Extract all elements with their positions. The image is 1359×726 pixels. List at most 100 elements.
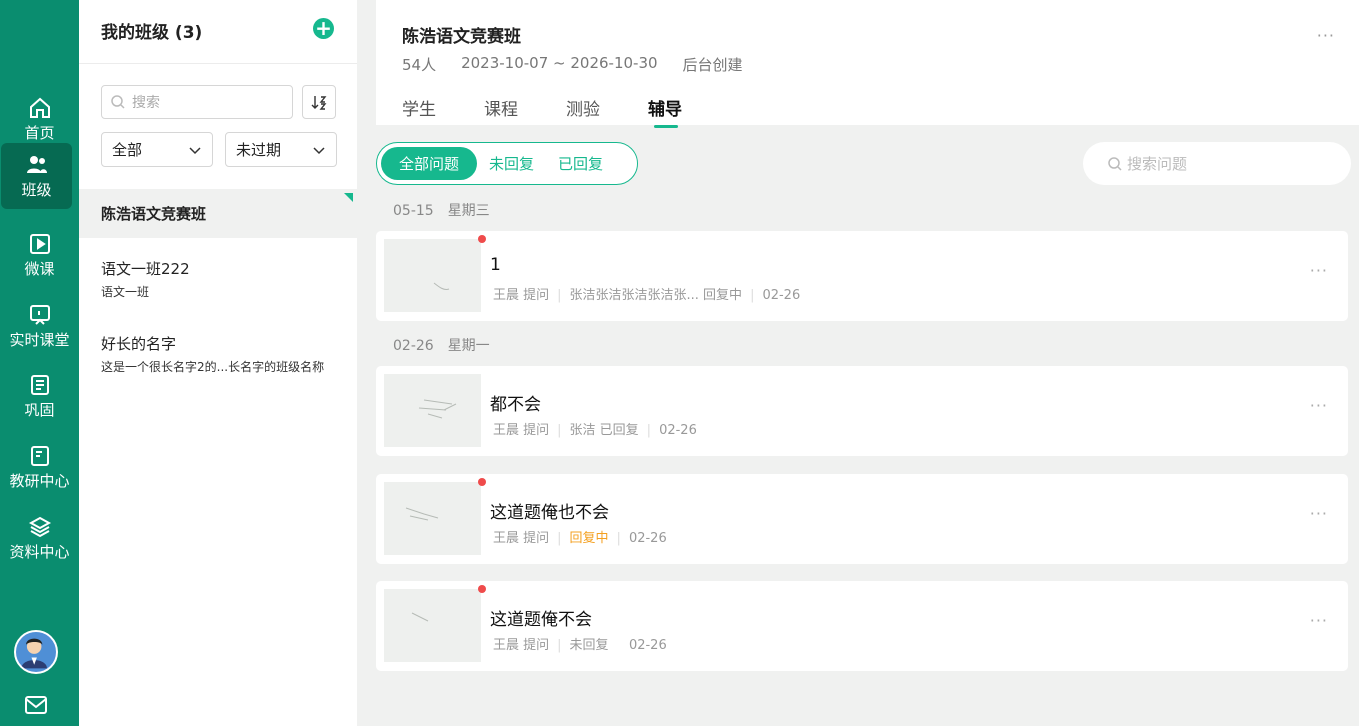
question-meta: 王晨 提问 | 张洁张洁张洁张洁张... 回复中 | 02-26 (493, 288, 801, 303)
question-meta: 王晨 提问 | 回复中 | 02-26 (493, 531, 667, 546)
filter-unanswered-button[interactable]: 未回复 (477, 147, 546, 180)
card-more-button[interactable]: ··· (1310, 396, 1328, 415)
tab-bar: 学生 课程 测验 辅导 (402, 95, 730, 128)
nav-microlesson[interactable]: 微课 (0, 222, 79, 288)
nav-label: 教研中心 (9, 471, 70, 490)
live-class-icon (29, 304, 50, 325)
scope-select-value: 全部 (112, 141, 143, 159)
class-item[interactable]: 陈浩语文竞赛班 (79, 189, 357, 238)
avatar[interactable] (14, 630, 58, 674)
question-card[interactable]: 这道题俺也不会 王晨 提问 | 回复中 | 02-26 ··· (376, 474, 1348, 564)
class-search-input[interactable]: 搜索 (101, 85, 293, 119)
class-header: 陈浩语文竞赛班 54人 2023-10-07 ~ 2026-10-30 后台创建… (376, 0, 1359, 128)
tab-quizzes[interactable]: 测验 (566, 95, 600, 120)
nav-label: 资料中心 (9, 542, 70, 561)
question-status: 张洁 已回复 (569, 423, 639, 438)
add-class-button[interactable]: + (313, 18, 334, 39)
side-nav: 首页 班级 微课 实时课堂 巩固 教研中心 资料中心 (0, 0, 79, 726)
selected-corner-mark (344, 193, 353, 202)
question-title: 1 (490, 255, 501, 275)
question-card[interactable]: 这道题俺不会 王晨 提问|未回复|02-26 ··· (376, 581, 1348, 671)
question-date: 02-26 (762, 288, 801, 303)
sketch-icon (405, 507, 439, 521)
tab-students[interactable]: 学生 (402, 95, 436, 120)
search-icon (111, 95, 125, 109)
question-thumbnail (384, 374, 481, 447)
group-date: 05-15 (393, 203, 434, 219)
nav-materials[interactable]: 资料中心 (0, 505, 79, 571)
question-title: 都不会 (490, 395, 541, 415)
nav-live-class[interactable]: 实时课堂 (0, 293, 79, 359)
user-avatar-icon (21, 638, 47, 669)
chevron-down-icon (189, 146, 201, 154)
nav-label: 实时课堂 (9, 330, 70, 349)
question-asker: 王晨 提问 (493, 638, 550, 653)
class-item[interactable]: 好长的名字 这是一个很长名字2的...长名字的班级名称 (79, 333, 357, 388)
practice-icon (30, 374, 49, 395)
tab-courses[interactable]: 课程 (484, 95, 518, 120)
class-meta: 54人 2023-10-07 ~ 2026-10-30 后台创建 (402, 54, 743, 75)
group-date: 02-26 (393, 338, 434, 354)
question-date: 02-26 (628, 638, 667, 653)
card-more-button[interactable]: ··· (1310, 261, 1328, 280)
question-asker: 王晨 提问 (493, 423, 550, 438)
unread-dot (478, 585, 486, 593)
status-select[interactable]: 未过期 (225, 132, 337, 167)
scope-select[interactable]: 全部 (101, 132, 213, 167)
question-title: 这道题俺也不会 (490, 503, 609, 523)
sketch-icon (411, 612, 429, 622)
date-group-header: 05-15 星期三 (393, 200, 490, 220)
class-item[interactable]: 语文一班222 语文一班 (79, 258, 357, 313)
class-name: 好长的名字 (101, 335, 177, 353)
date-group-header: 02-26 星期一 (393, 335, 490, 355)
nav-label: 班级 (21, 180, 52, 199)
research-icon (30, 445, 49, 466)
question-filter: 全部问题 未回复 已回复 (376, 142, 638, 185)
more-options-button[interactable]: ··· (1317, 26, 1335, 45)
class-list-title: 我的班级 (3) (101, 23, 203, 43)
class-icon (26, 155, 47, 173)
question-search-input[interactable]: 搜索问题 (1083, 142, 1351, 185)
tab-tutoring[interactable]: 辅导 (648, 95, 682, 128)
sort-icon (311, 96, 327, 110)
question-status: 张洁张洁张洁张洁张... 回复中 (569, 288, 743, 303)
class-subtitle: 语文一班 (101, 285, 150, 299)
nav-class[interactable]: 班级 (1, 143, 72, 209)
page-title: 陈浩语文竞赛班 (402, 27, 521, 47)
question-search-placeholder: 搜索问题 (1127, 155, 1188, 173)
group-weekday: 星期一 (447, 338, 490, 354)
nav-label: 首页 (24, 123, 55, 142)
group-weekday: 星期三 (447, 203, 490, 219)
question-status: 未回复 (569, 638, 609, 653)
sort-button[interactable] (302, 85, 336, 119)
card-more-button[interactable]: ··· (1310, 504, 1328, 523)
nav-practice[interactable]: 巩固 (0, 363, 79, 429)
nav-label: 微课 (24, 259, 55, 278)
unread-dot (478, 478, 486, 486)
class-name: 语文一班222 (101, 260, 190, 278)
student-count: 54人 (402, 56, 437, 74)
question-thumbnail (384, 589, 481, 662)
filter-answered-button[interactable]: 已回复 (546, 147, 615, 180)
question-date: 02-26 (659, 423, 697, 438)
question-asker: 王晨 提问 (493, 288, 550, 303)
question-meta: 王晨 提问|未回复|02-26 (493, 638, 667, 653)
question-card[interactable]: 1 王晨 提问 | 张洁张洁张洁张洁张... 回复中 | 02-26 ··· (376, 231, 1348, 321)
nav-research[interactable]: 教研中心 (0, 434, 79, 500)
card-more-button[interactable]: ··· (1310, 611, 1328, 630)
materials-icon (28, 516, 51, 537)
question-date: 02-26 (628, 531, 667, 546)
filter-all-button[interactable]: 全部问题 (381, 147, 478, 180)
sketch-icon (433, 282, 450, 290)
status-select-value: 未过期 (236, 141, 282, 159)
class-source: 后台创建 (682, 56, 743, 74)
question-thumbnail (384, 482, 481, 555)
mail-icon[interactable] (24, 694, 48, 716)
question-card[interactable]: 都不会 王晨 提问 | 张洁 已回复 | 02-26 ··· (376, 366, 1348, 456)
search-placeholder: 搜索 (132, 95, 160, 111)
class-subtitle: 这是一个很长名字2的...长名字的班级名称 (101, 360, 325, 374)
question-asker: 王晨 提问 (493, 531, 550, 546)
search-icon (1108, 156, 1122, 171)
date-range: 2023-10-07 ~ 2026-10-30 (461, 54, 658, 72)
nav-label: 巩固 (24, 400, 55, 419)
